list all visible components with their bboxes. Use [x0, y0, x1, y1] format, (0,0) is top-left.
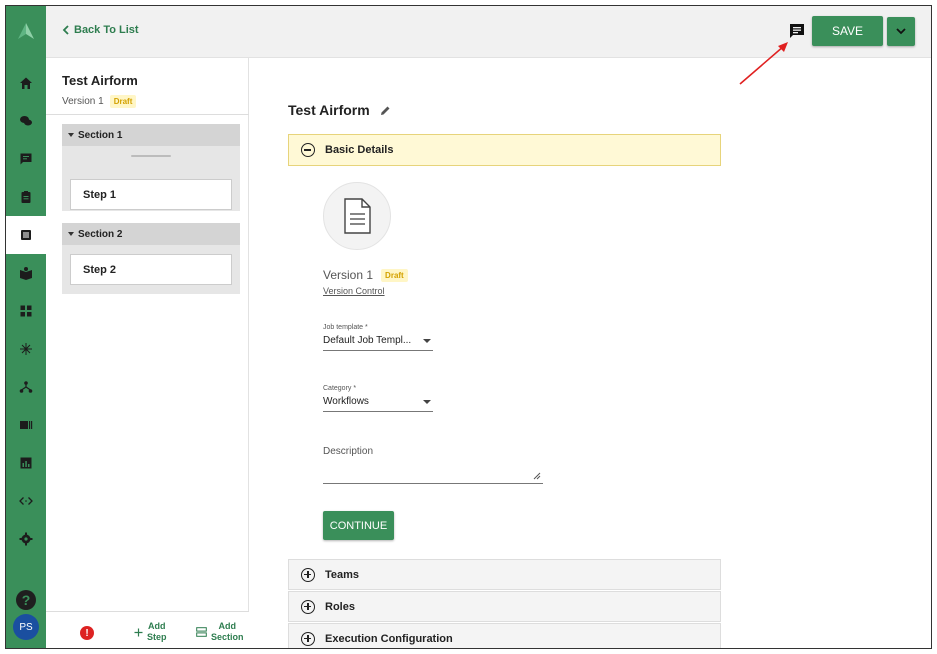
job-template-value: Default Job Templ... — [323, 335, 412, 346]
form-details-main: Test Airform Basic Details Version 1 Dra… — [250, 58, 931, 648]
caret-down-icon — [68, 232, 74, 236]
form-outline-panel: Test Airform Version 1 Draft Section 1 S… — [46, 58, 249, 648]
back-to-list-label: Back To List — [74, 24, 139, 36]
form-title: Test Airform — [288, 102, 391, 118]
chevron-left-icon — [62, 25, 69, 35]
version-info: Version 1 Draft — [323, 268, 408, 282]
caret-down-icon — [68, 133, 74, 137]
add-step-label-2: Step — [147, 632, 167, 642]
resize-grip-icon[interactable] — [533, 472, 541, 480]
section-1-header[interactable]: Section 1 — [62, 124, 240, 146]
roles-accordion[interactable]: Roles — [288, 591, 721, 622]
continue-button[interactable]: CONTINUE — [323, 511, 394, 540]
nav-rail: ? PS — [6, 6, 46, 648]
comments-icon[interactable] — [788, 22, 806, 40]
section-2-header[interactable]: Section 2 — [62, 223, 240, 245]
add-section-button[interactable]: Add Section — [196, 621, 244, 643]
step-2-card[interactable]: Step 2 — [70, 254, 232, 285]
user-avatar[interactable]: PS — [13, 614, 39, 640]
category-label: Category * — [323, 385, 357, 392]
dropdown-caret-icon — [423, 399, 431, 404]
help-icon[interactable]: ? — [16, 590, 36, 610]
save-button[interactable]: SAVE — [812, 16, 883, 46]
job-template-label: Job template * — [323, 324, 368, 331]
home-icon[interactable] — [6, 64, 46, 102]
network-icon[interactable] — [6, 330, 46, 368]
reports-icon[interactable] — [6, 444, 46, 482]
add-step-label-1: Add — [148, 621, 166, 631]
add-step-button[interactable]: Add Step — [134, 621, 167, 643]
version-control-link[interactable]: Version Control — [323, 286, 385, 296]
code-icon[interactable] — [6, 482, 46, 520]
divider — [46, 114, 249, 115]
form-title-text: Test Airform — [288, 102, 370, 118]
version-label: Version 1 — [323, 268, 374, 282]
outline-version-label: Version 1 — [62, 96, 104, 107]
settings-gear-icon[interactable] — [6, 520, 46, 558]
outline-form-name: Test Airform — [62, 73, 138, 88]
edit-pencil-icon[interactable] — [380, 105, 391, 116]
save-options-dropdown[interactable] — [887, 17, 915, 46]
media-library-icon[interactable] — [6, 406, 46, 444]
job-template-select[interactable]: Job template * Default Job Templ... — [323, 324, 433, 351]
dashboard-icon[interactable] — [6, 292, 46, 330]
step-2-label: Step 2 — [83, 263, 117, 276]
chevron-down-icon — [896, 28, 906, 35]
clipboard-icon[interactable] — [6, 178, 46, 216]
expand-plus-icon — [301, 599, 315, 614]
execution-configuration-label: Execution Configuration — [325, 632, 453, 645]
section-1-title: Section 1 — [78, 129, 123, 141]
category-select[interactable]: Category * Workflows — [323, 385, 433, 412]
message-icon[interactable] — [6, 140, 46, 178]
chat-bubbles-icon[interactable] — [6, 102, 46, 140]
section-2: Section 2 Step 2 — [62, 223, 240, 294]
outline-version: Version 1 Draft — [62, 95, 137, 108]
form-document-icon — [323, 182, 391, 250]
category-value: Workflows — [323, 396, 369, 407]
dropdown-caret-icon — [423, 338, 431, 343]
hierarchy-icon[interactable] — [6, 368, 46, 406]
collapse-minus-icon — [301, 143, 315, 157]
back-to-list-link[interactable]: Back To List — [62, 24, 139, 36]
section-1: Section 1 Step 1 — [62, 124, 240, 211]
outline-status-badge: Draft — [109, 95, 137, 108]
basic-details-label: Basic Details — [325, 144, 394, 156]
book-icon[interactable] — [6, 254, 46, 292]
description-textarea[interactable] — [323, 458, 543, 484]
step-1-card[interactable]: Step 1 — [70, 179, 232, 210]
section-icon — [196, 627, 207, 637]
drag-handle[interactable] — [131, 155, 171, 157]
teams-label: Teams — [325, 568, 360, 581]
step-1-label: Step 1 — [83, 188, 117, 201]
plus-icon — [134, 628, 143, 636]
section-2-title: Section 2 — [78, 228, 123, 240]
add-section-label-1: Add — [218, 621, 237, 631]
teams-accordion[interactable]: Teams — [288, 559, 721, 590]
form-builder-icon[interactable] — [6, 216, 46, 254]
expand-plus-icon — [301, 567, 315, 582]
execution-configuration-accordion[interactable]: Execution Configuration — [288, 623, 721, 648]
expand-plus-icon — [301, 631, 315, 646]
top-bar: Back To List SAVE — [46, 6, 931, 58]
outline-footer: ! Add Step Add Section — [46, 611, 249, 648]
roles-label: Roles — [325, 600, 355, 613]
error-alert-icon[interactable]: ! — [80, 626, 94, 640]
description-label: Description — [323, 446, 374, 457]
app-window: ? PS Back To List SAVE Test Airform Vers… — [5, 5, 932, 649]
add-section-label-2: Section — [211, 632, 244, 642]
app-logo[interactable] — [6, 6, 46, 56]
status-badge: Draft — [381, 268, 408, 282]
basic-details-accordion[interactable]: Basic Details — [288, 134, 721, 166]
